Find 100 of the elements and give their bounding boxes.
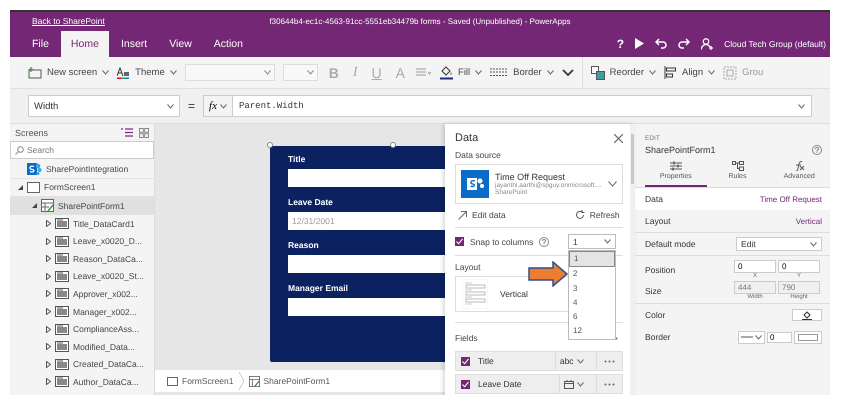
- formula-field[interactable]: Parent.Width: [232, 95, 812, 117]
- text-input-field[interactable]: [288, 255, 445, 273]
- collapsed-caret-icon[interactable]: [46, 290, 51, 298]
- dropdown-option[interactable]: 6: [569, 310, 615, 324]
- border-style-dropdown[interactable]: [738, 330, 765, 344]
- text-input-field[interactable]: [288, 298, 445, 316]
- grid-view-icon[interactable]: [139, 128, 149, 138]
- dropdown-option[interactable]: 3: [569, 282, 615, 296]
- card-icon: [55, 270, 69, 282]
- collapsed-caret-icon[interactable]: [46, 326, 51, 333]
- tree-item[interactable]: Leave_x0020_D...: [10, 232, 154, 250]
- collapsed-caret-icon[interactable]: [46, 272, 51, 280]
- form-preview[interactable]: Title Leave Date 12/31/2001 Reason Manager Email: [270, 146, 445, 362]
- close-icon[interactable]: [614, 134, 623, 142]
- columns-dropdown[interactable]: 1: [568, 234, 616, 249]
- collapsed-caret-icon[interactable]: [46, 238, 51, 245]
- data-source-link[interactable]: Time Off Request: [760, 194, 822, 204]
- tree-item[interactable]: Created_DataCa...: [10, 356, 154, 374]
- tree-item[interactable]: SharePointForm1: [10, 197, 154, 215]
- y-input[interactable]: 0: [778, 260, 820, 273]
- function-button[interactable]: fx: [203, 95, 233, 117]
- collapsed-caret-icon[interactable]: [46, 308, 51, 316]
- border-color-button[interactable]: [794, 330, 822, 344]
- expanded-caret-icon[interactable]: [32, 203, 37, 208]
- help-icon[interactable]: [812, 145, 822, 155]
- checkbox[interactable]: [461, 356, 470, 366]
- layout-option[interactable]: Vertical: [455, 276, 569, 312]
- text-input-field[interactable]: [288, 169, 445, 187]
- snap-to-columns-label: Snap to columns: [470, 236, 534, 246]
- play-icon[interactable]: [635, 38, 644, 49]
- paint-bucket-icon: [440, 65, 454, 80]
- height-input[interactable]: 790: [778, 281, 820, 294]
- property-label: Border: [645, 332, 671, 342]
- border-button[interactable]: Border: [490, 67, 554, 78]
- tree-item[interactable]: Modified_Data...: [10, 338, 154, 356]
- back-to-sharepoint-link[interactable]: Back to SharePoint: [32, 16, 182, 26]
- undo-icon[interactable]: [655, 38, 668, 49]
- line-style-icon: [741, 336, 753, 338]
- collapsed-caret-icon[interactable]: [46, 255, 51, 262]
- checkbox[interactable]: [455, 237, 464, 246]
- selection-handle[interactable]: [267, 142, 273, 148]
- tree-item[interactable]: Author_DataCa...: [10, 373, 154, 391]
- environment-name[interactable]: Cloud Tech Group (default): [724, 38, 826, 48]
- menu-tab[interactable]: View: [159, 31, 202, 57]
- new-screen-button[interactable]: New screen: [28, 66, 110, 78]
- layout-link[interactable]: Vertical: [796, 216, 822, 226]
- collapsed-caret-icon[interactable]: [46, 360, 51, 368]
- menu-tab[interactable]: Home: [60, 31, 109, 57]
- section-heading: Fields: [455, 333, 478, 343]
- redo-icon[interactable]: [678, 38, 690, 49]
- edit-data-link[interactable]: Edit data: [458, 210, 506, 220]
- property-dropdown[interactable]: Width: [28, 95, 180, 117]
- theme-button[interactable]: Theme: [117, 66, 177, 78]
- tree-item[interactable]: SharePointIntegration: [10, 160, 154, 179]
- tree-item[interactable]: Reason_DataCa...: [10, 250, 154, 268]
- card-icon: [55, 288, 69, 300]
- expanded-caret-icon[interactable]: [18, 184, 23, 190]
- dropdown-option[interactable]: 2: [569, 267, 615, 282]
- tree-item[interactable]: Manager_x002...: [10, 302, 154, 320]
- search-field[interactable]: Search: [10, 141, 154, 159]
- fill-button[interactable]: Fill: [440, 65, 482, 80]
- menu-tab[interactable]: Insert: [110, 31, 158, 57]
- collapsed-caret-icon[interactable]: [46, 220, 51, 228]
- dropdown-option[interactable]: 4: [569, 296, 615, 310]
- breadcrumb-item[interactable]: SharePointForm1: [248, 376, 330, 386]
- default-mode-dropdown[interactable]: Edit: [736, 237, 822, 251]
- width-input[interactable]: 444: [734, 281, 776, 294]
- dropdown-option[interactable]: 12: [569, 324, 615, 339]
- checkbox[interactable]: [461, 380, 470, 388]
- field-row[interactable]: Leave Date: [455, 374, 623, 394]
- tree-item[interactable]: Approver_x002...: [10, 285, 154, 303]
- property-label: Layout: [645, 216, 671, 226]
- list-view-icon[interactable]: [121, 128, 133, 137]
- collapsed-caret-icon[interactable]: [46, 343, 51, 350]
- field-row[interactable]: Title abc: [455, 351, 623, 371]
- x-input[interactable]: 0: [734, 260, 776, 273]
- dropdown-option[interactable]: 1: [569, 251, 615, 268]
- help-button[interactable]: ?: [616, 36, 624, 50]
- refresh-link[interactable]: Refresh: [574, 210, 620, 220]
- collapsed-caret-icon[interactable]: [46, 378, 51, 386]
- control-type-dropdown[interactable]: abc: [554, 352, 588, 370]
- text-align-icon[interactable]: [416, 68, 432, 78]
- help-icon[interactable]: [539, 236, 550, 246]
- selection-handle[interactable]: [390, 142, 396, 148]
- tree-item[interactable]: ComplianceAss...: [10, 320, 154, 338]
- scrollbar[interactable]: [630, 124, 635, 395]
- expand-chevron-icon[interactable]: [562, 68, 574, 76]
- breadcrumb-item[interactable]: FormScreen1: [167, 376, 234, 386]
- color-picker-button[interactable]: [792, 309, 822, 321]
- menu-tab[interactable]: File: [22, 31, 59, 57]
- tree-item[interactable]: Title_DataCard1: [10, 214, 154, 232]
- user-icon[interactable]: [701, 38, 714, 50]
- menu-tab[interactable]: Action: [204, 31, 253, 57]
- sliders-icon: [670, 161, 682, 171]
- tree-item[interactable]: Leave_x0020_St...: [10, 268, 154, 286]
- border-width-input[interactable]: 0: [767, 332, 792, 342]
- align-button[interactable]: Align: [664, 66, 716, 79]
- reorder-button[interactable]: Reorder: [590, 66, 656, 80]
- text-input-field[interactable]: 12/31/2001: [288, 212, 445, 230]
- chevron-down-icon[interactable]: [608, 181, 617, 187]
